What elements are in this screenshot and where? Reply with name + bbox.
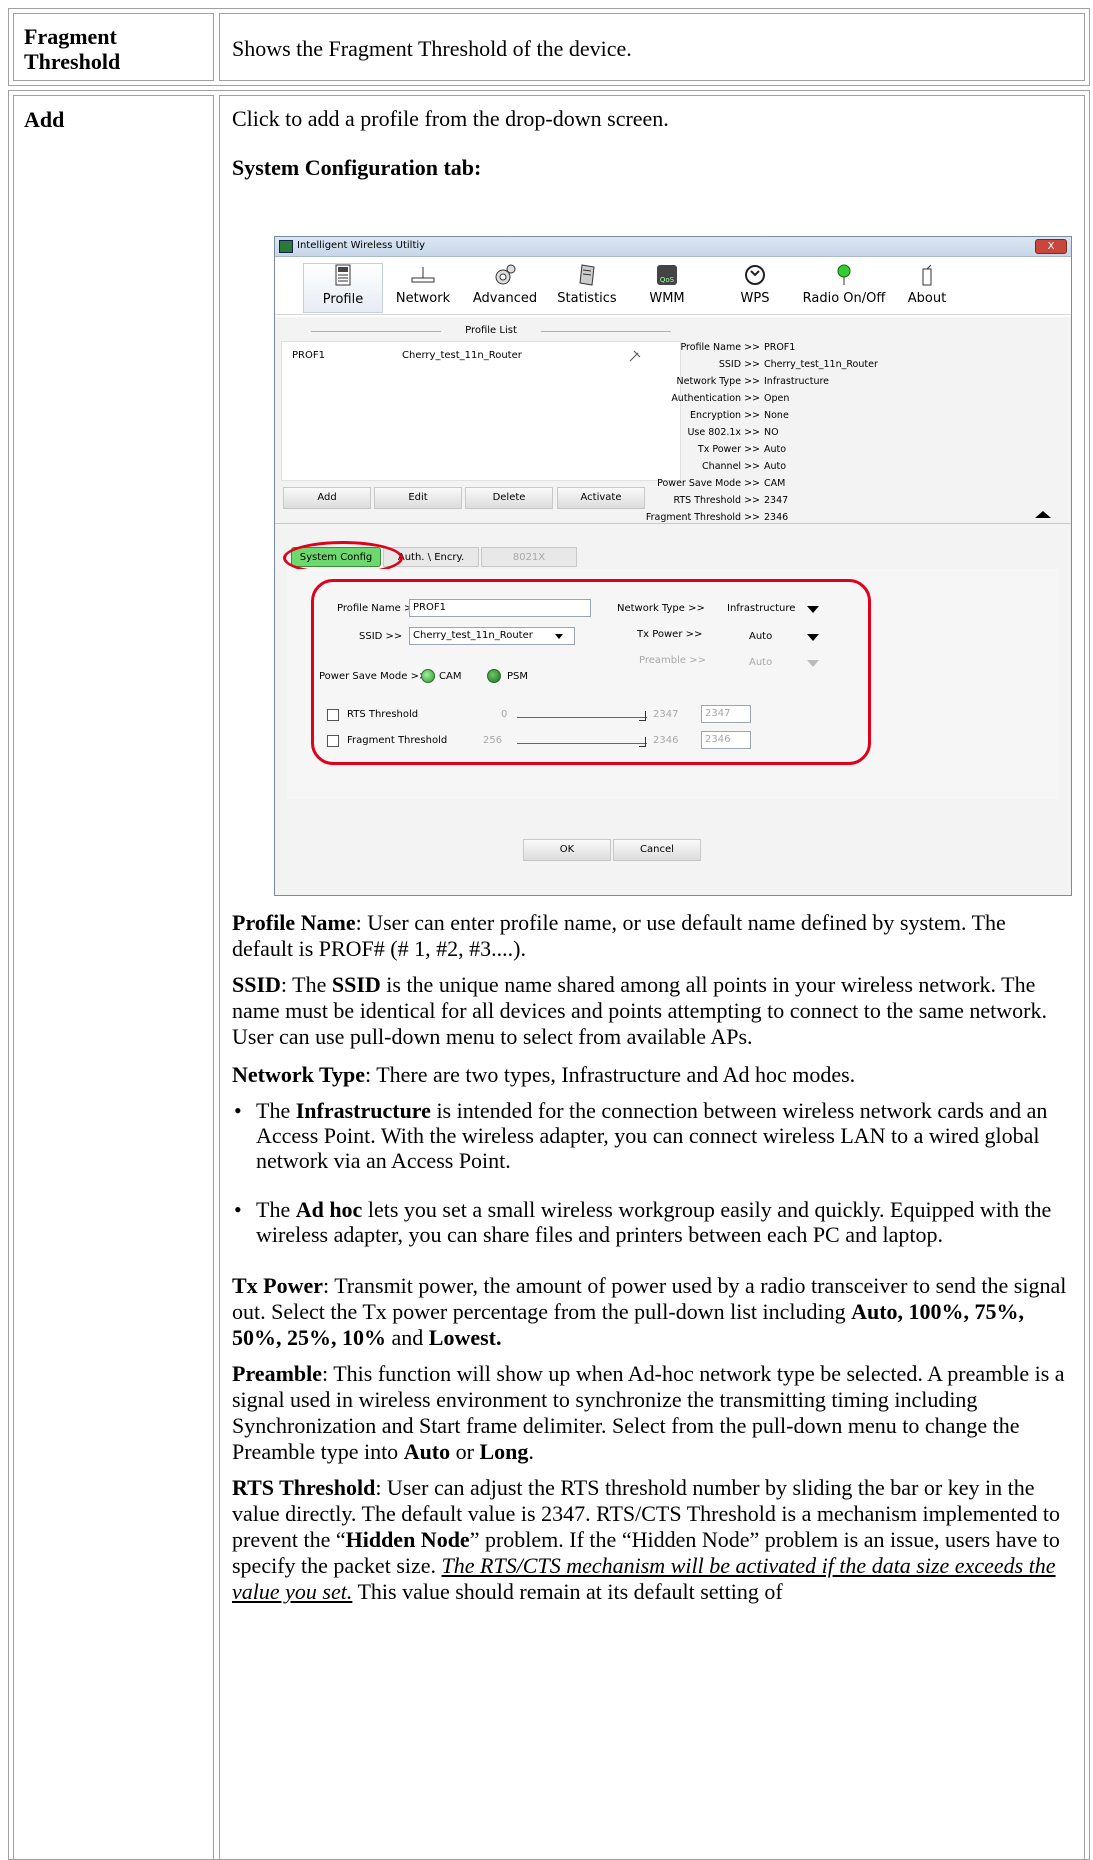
- wmm-icon: QoS: [657, 265, 677, 285]
- section-heading: System Configuration tab:: [232, 155, 482, 180]
- profile-icon: [335, 264, 351, 286]
- desc-fragment-threshold: Shows the Fragment Threshold of the devi…: [232, 36, 632, 61]
- rts-threshold-desc: RTS Threshold: User can adjust the RTS t…: [232, 1475, 1060, 1604]
- tool-label: Radio On/Off: [802, 291, 886, 306]
- network-type-list: The Infrastructure is intended for the c…: [232, 1098, 1072, 1247]
- toolbar: Profile Network Advanced Statistics QoS …: [275, 257, 1071, 315]
- list-item: The Ad hoc lets you set a small wireless…: [232, 1197, 1072, 1247]
- list-item[interactable]: PROF1 Cherry_test_11n_Router: [282, 350, 680, 368]
- tool-label: WPS: [740, 291, 770, 306]
- app-icon: [279, 240, 293, 253]
- tool-label: WMM: [649, 291, 685, 306]
- ok-button[interactable]: OK: [523, 839, 611, 861]
- gear-icon: [495, 264, 516, 285]
- term-add: Add: [24, 107, 65, 132]
- activate-button[interactable]: Activate: [557, 487, 645, 509]
- radio-icon: [837, 264, 851, 285]
- network-type-desc: Network Type: There are two types, Infra…: [232, 1062, 856, 1087]
- highlight-oval-panel: [311, 579, 871, 765]
- term-cell: Add: [13, 95, 214, 1860]
- tool-wps[interactable]: WPS: [715, 263, 795, 306]
- wps-icon: [745, 265, 765, 285]
- tool-radio[interactable]: Radio On/Off: [799, 263, 889, 306]
- tool-profile[interactable]: Profile: [303, 263, 383, 313]
- close-button[interactable]: X: [1035, 239, 1067, 254]
- preamble-desc: Preamble: This function will show up whe…: [232, 1361, 1065, 1464]
- title-bar: Intelligent Wireless Utiltiy X: [275, 237, 1071, 257]
- add-button[interactable]: Add: [283, 487, 371, 509]
- wmm-badge: QoS: [660, 276, 675, 284]
- term-cell: Fragment Threshold: [13, 13, 214, 81]
- ssid-desc: SSID: The SSID is the unique name shared…: [232, 972, 1047, 1049]
- tab-8021x[interactable]: 8021X: [481, 547, 577, 567]
- profile-name-desc: Profile Name: User can enter profile nam…: [232, 910, 1006, 961]
- divider: [275, 523, 1071, 524]
- description-body: Profile Name: User can enter profile nam…: [232, 910, 1072, 1605]
- about-icon: [922, 264, 932, 286]
- cancel-button[interactable]: Cancel: [613, 839, 701, 861]
- connect-icon: [629, 350, 641, 362]
- tool-label: About: [907, 291, 947, 306]
- tx-power-desc: Tx Power: Transmit power, the amount of …: [232, 1273, 1067, 1350]
- edit-button[interactable]: Edit: [374, 487, 462, 509]
- tool-label: Network: [395, 291, 451, 306]
- add-intro: Click to add a profile from the drop-dow…: [232, 106, 669, 131]
- tool-label: Advanced: [472, 291, 538, 306]
- profile-row-name: PROF1: [292, 350, 325, 361]
- tool-about[interactable]: About: [887, 263, 967, 306]
- window-body: Profile List PROF1 Cherry_test_11n_Route…: [275, 317, 1071, 895]
- list-item: The Infrastructure is intended for the c…: [232, 1098, 1072, 1173]
- desc-cell: Shows the Fragment Threshold of the devi…: [219, 13, 1085, 81]
- tool-label: Statistics: [557, 291, 617, 306]
- profile-list-title: Profile List: [311, 325, 671, 336]
- collapse-arrow-icon[interactable]: [1035, 511, 1051, 518]
- tool-network[interactable]: Network: [383, 263, 463, 306]
- tool-advanced[interactable]: Advanced: [465, 263, 545, 306]
- profile-list: PROF1 Cherry_test_11n_Router: [281, 341, 681, 481]
- term-fragment-threshold: Fragment Threshold: [24, 24, 121, 74]
- statistics-icon: [579, 264, 595, 286]
- window-title: Intelligent Wireless Utiltiy: [297, 240, 426, 251]
- tool-label: Profile: [322, 292, 364, 307]
- delete-button[interactable]: Delete: [465, 487, 553, 509]
- utility-window-screenshot: Intelligent Wireless Utiltiy X Profile N…: [274, 236, 1072, 896]
- tool-wmm[interactable]: QoS WMM: [627, 263, 707, 306]
- profile-row-ssid: Cherry_test_11n_Router: [402, 350, 522, 361]
- tool-statistics[interactable]: Statistics: [547, 263, 627, 306]
- network-icon: [411, 267, 435, 283]
